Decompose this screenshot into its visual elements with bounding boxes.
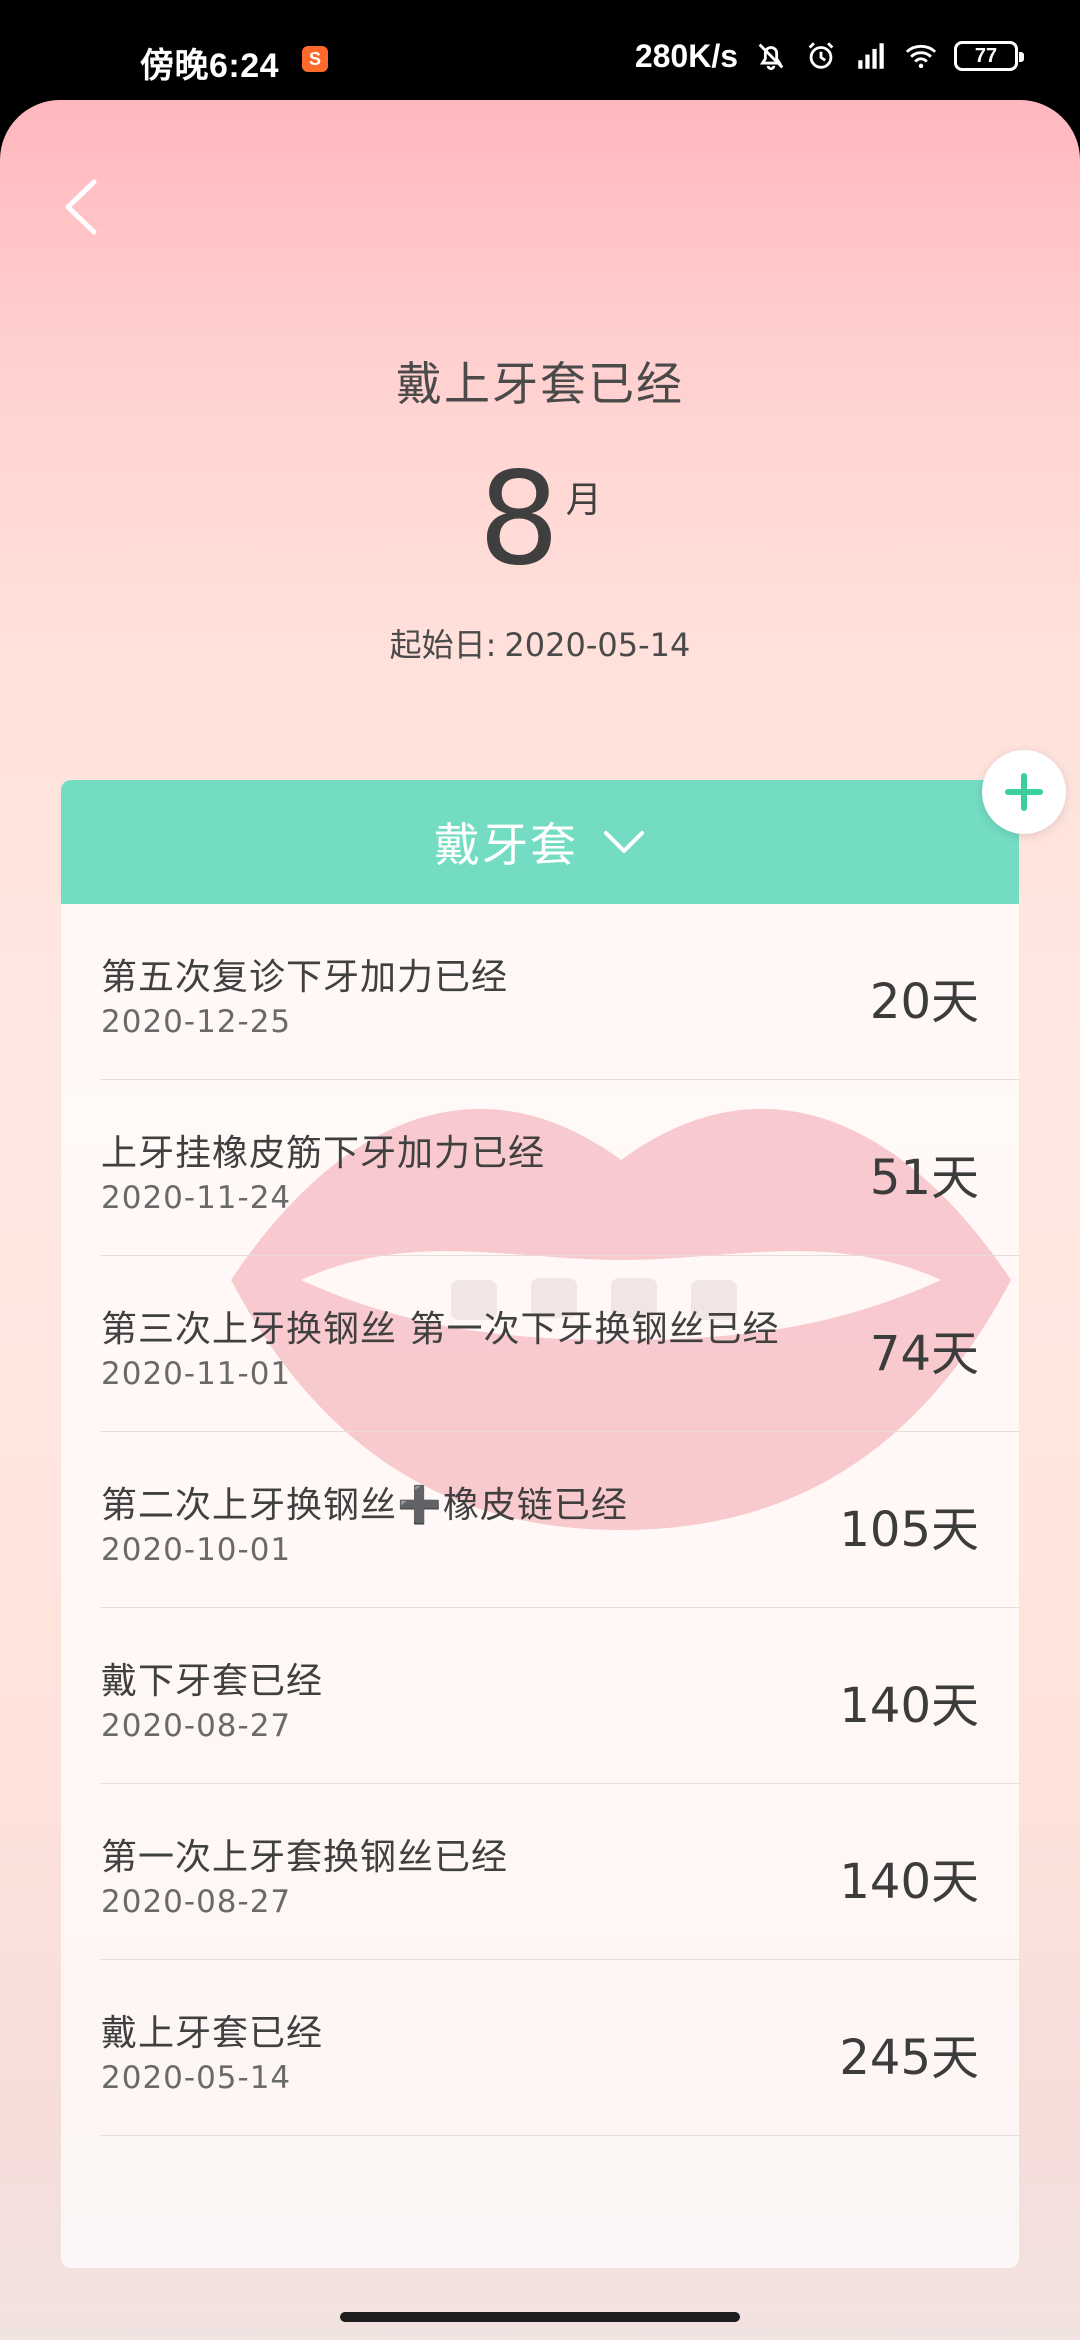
duration-counter: 8月 bbox=[0, 445, 1080, 594]
event-days: 140天 bbox=[839, 1854, 979, 1910]
list-item[interactable]: 第三次上牙换钢丝 第一次下牙换钢丝已经 2020-11-01 74天 bbox=[101, 1256, 1019, 1432]
list-item[interactable]: 戴上牙套已经 2020-05-14 245天 bbox=[101, 1960, 1019, 2136]
event-title: 戴上牙套已经 bbox=[101, 2013, 324, 2054]
back-arrow-icon[interactable] bbox=[54, 170, 114, 240]
category-title: 戴牙套 bbox=[434, 818, 578, 872]
event-date: 2020-10-01 bbox=[101, 1532, 292, 1568]
event-title: 上牙挂橡皮筋下牙加力已经 bbox=[101, 1133, 546, 1174]
events-card: 戴牙套 第五次复诊下牙加力已经 2020-12-25 20天 上牙挂橡皮筋下牙加… bbox=[61, 780, 1019, 2268]
event-days: 74天 bbox=[869, 1326, 979, 1382]
alarm-icon bbox=[808, 42, 834, 69]
event-date: 2020-12-25 bbox=[101, 1004, 292, 1040]
mute-bell-icon bbox=[758, 43, 784, 71]
chevron-down-icon bbox=[604, 831, 644, 853]
event-days: 51天 bbox=[869, 1150, 979, 1206]
category-dropdown[interactable]: 戴牙套 bbox=[61, 780, 1019, 904]
list-item[interactable]: 第五次复诊下牙加力已经 2020-12-25 20天 bbox=[101, 904, 1019, 1080]
start-date-value: 2020-05-14 bbox=[504, 626, 691, 664]
event-date: 2020-11-01 bbox=[101, 1356, 292, 1392]
duration-unit: 月 bbox=[565, 480, 602, 521]
event-date: 2020-05-14 bbox=[101, 2060, 292, 2096]
start-date-label: 起始日: bbox=[389, 626, 497, 664]
duration-value: 8 bbox=[478, 445, 560, 594]
list-item[interactable]: 戴下牙套已经 2020-08-27 140天 bbox=[101, 1608, 1019, 1784]
wifi-icon bbox=[905, 44, 937, 69]
event-days: 245天 bbox=[839, 2030, 979, 2086]
app-notification-icon: S bbox=[302, 46, 328, 72]
page-title: 戴上牙套已经 bbox=[396, 357, 684, 411]
signal-icon bbox=[858, 43, 884, 69]
event-title: 第三次上牙换钢丝 第一次下牙换钢丝已经 bbox=[101, 1309, 780, 1350]
event-title: 第二次上牙换钢丝➕橡皮链已经 bbox=[101, 1485, 628, 1526]
event-date: 2020-08-27 bbox=[101, 1884, 292, 1920]
status-icons: 280K/s 77 bbox=[634, 36, 1024, 76]
event-title: 第五次复诊下牙加力已经 bbox=[101, 957, 509, 998]
plus-icon bbox=[1005, 773, 1043, 811]
list-item[interactable]: 第二次上牙换钢丝➕橡皮链已经 2020-10-01 105天 bbox=[101, 1432, 1019, 1608]
start-date: 起始日: 2020-05-14 bbox=[0, 620, 1080, 666]
status-bar: 傍晚6:24 S 280K/s 77 bbox=[0, 0, 1080, 100]
list-item[interactable]: 上牙挂橡皮筋下牙加力已经 2020-11-24 51天 bbox=[101, 1080, 1019, 1256]
event-title: 第一次上牙套换钢丝已经 bbox=[101, 1837, 509, 1878]
events-list: 第五次复诊下牙加力已经 2020-12-25 20天 上牙挂橡皮筋下牙加力已经 … bbox=[101, 904, 1019, 2136]
event-days: 140天 bbox=[839, 1678, 979, 1734]
event-days: 20天 bbox=[869, 974, 979, 1030]
event-title: 戴下牙套已经 bbox=[101, 1661, 324, 1702]
home-indicator[interactable] bbox=[340, 2312, 740, 2322]
app-screen: 戴上牙套已经 8月 起始日: 2020-05-14 戴牙套 第五次复诊下牙加力已经… bbox=[0, 100, 1080, 2340]
event-date: 2020-11-24 bbox=[101, 1180, 292, 1216]
event-days: 105天 bbox=[839, 1502, 979, 1558]
battery-icon: 77 bbox=[954, 41, 1024, 71]
status-time: 傍晚6:24 bbox=[140, 47, 280, 85]
list-item[interactable]: 第一次上牙套换钢丝已经 2020-08-27 140天 bbox=[101, 1784, 1019, 1960]
add-event-button[interactable] bbox=[982, 750, 1066, 834]
event-date: 2020-08-27 bbox=[101, 1708, 292, 1744]
network-speed: 280K/s bbox=[634, 37, 738, 74]
